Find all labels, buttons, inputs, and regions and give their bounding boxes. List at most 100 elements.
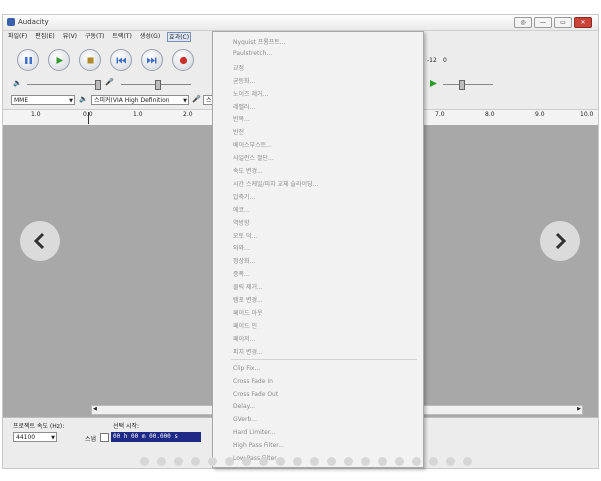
minimize-button[interactable]: — <box>534 17 552 28</box>
playback-volume-track <box>27 84 95 85</box>
ruler-tick-label: 7.0 <box>435 111 445 118</box>
pause-icon <box>24 56 32 64</box>
speaker-icon: 🔈 <box>79 95 88 103</box>
skip-to-end-button[interactable] <box>141 49 163 71</box>
effect-menu-item[interactable]: 클릭 제거... <box>233 282 263 291</box>
effect-menu-item[interactable]: 균등화... <box>233 76 255 85</box>
carousel-next-button[interactable] <box>540 221 580 261</box>
play-speed-slider[interactable] <box>459 80 465 90</box>
carousel-dot[interactable] <box>429 457 438 466</box>
carousel-dot[interactable] <box>157 457 166 466</box>
effect-menu-item[interactable]: Delay... <box>233 403 255 410</box>
carousel-dot[interactable] <box>378 457 387 466</box>
effect-menu-item[interactable]: GVerb... <box>233 416 257 423</box>
carousel-dot[interactable] <box>174 457 183 466</box>
carousel-dot[interactable] <box>276 457 285 466</box>
window-extra-button[interactable]: ◎ <box>514 17 532 28</box>
play-icon <box>56 56 63 64</box>
audio-host-select[interactable]: MME ▼ <box>11 95 75 105</box>
snap-checkbox[interactable] <box>100 433 109 442</box>
effect-menu-item[interactable]: 에코... <box>233 205 250 214</box>
ruler-tick-label: 1.0 <box>31 111 41 118</box>
effect-menu-item[interactable]: Cross Fade In <box>233 378 273 385</box>
effect-menu-item[interactable]: 사일런스 절단... <box>233 153 274 162</box>
play-button[interactable] <box>48 49 70 71</box>
effect-menu-item[interactable]: 반복... <box>233 114 250 123</box>
microphone-icon: 🎤 <box>192 95 201 103</box>
carousel-dot[interactable] <box>208 457 217 466</box>
carousel-dots <box>140 457 472 466</box>
playhead-marker[interactable] <box>88 112 89 124</box>
chevron-down-icon: ▼ <box>69 98 73 104</box>
audacity-app-icon <box>7 18 15 26</box>
menu-separator <box>231 359 417 360</box>
menu-edit[interactable]: 편집(E) <box>34 32 56 42</box>
effect-menu-item[interactable]: 페이드 인 <box>233 321 257 330</box>
close-button[interactable]: ✕ <box>574 17 592 28</box>
carousel-dot[interactable] <box>225 457 234 466</box>
play-at-speed-icon[interactable] <box>429 79 438 88</box>
effect-menu-item[interactable]: 노이즈 제거... <box>233 89 268 98</box>
carousel-dot[interactable] <box>191 457 200 466</box>
selection-start-time[interactable]: 00 h 00 m 00.000 s <box>111 432 201 442</box>
effect-menu-item[interactable]: Cross Fade Out <box>233 391 278 398</box>
carousel-dot[interactable] <box>259 457 268 466</box>
carousel-dot[interactable] <box>446 457 455 466</box>
output-device-select[interactable]: 스피커(VIA High Definition ▼ <box>91 95 189 105</box>
maximize-button[interactable]: ▭ <box>554 17 572 28</box>
ruler-tick-label: 1.0 <box>133 111 143 118</box>
effect-menu-item[interactable]: 역방향 <box>233 218 250 227</box>
carousel-dot[interactable] <box>242 457 251 466</box>
menu-generate[interactable]: 생성(G) <box>139 32 161 42</box>
stop-button[interactable] <box>79 49 101 71</box>
project-rate-select[interactable]: 44100 ▼ <box>13 432 57 442</box>
record-button[interactable] <box>172 49 194 71</box>
carousel-dot[interactable] <box>293 457 302 466</box>
menu-view[interactable]: 뷰(V) <box>62 32 78 42</box>
scroll-left-icon[interactable]: ◀ <box>93 406 97 412</box>
carousel-dot[interactable] <box>395 457 404 466</box>
carousel-prev-button[interactable] <box>20 221 60 261</box>
effect-menu-item[interactable]: 페이드 아웃 <box>233 308 263 317</box>
title-bar: Audacity ◎ — ▭ ✕ <box>3 15 598 31</box>
playback-volume-slider[interactable] <box>95 80 101 90</box>
effect-menu-item[interactable]: High Pass Filter... <box>233 442 284 449</box>
effect-menu-item[interactable]: 정상화... <box>233 256 255 265</box>
output-device-value: 스피커(VIA High Definition <box>94 97 170 104</box>
scroll-right-icon[interactable]: ▶ <box>577 406 581 412</box>
recording-volume-slider[interactable] <box>155 80 161 90</box>
effect-menu-item[interactable]: 와와... <box>233 243 250 252</box>
meter-scale-label: -12 <box>427 57 437 64</box>
effect-menu-item[interactable]: 베이스부스트... <box>233 140 272 149</box>
effect-menu-item[interactable]: 압축기... <box>233 192 255 201</box>
carousel-dot[interactable] <box>361 457 370 466</box>
effect-menu-item[interactable]: Nyquist 프롬프트... <box>233 37 286 46</box>
effect-menu-item[interactable]: 피치 변경... <box>233 347 263 356</box>
skip-to-start-button[interactable] <box>110 49 132 71</box>
microphone-icon: 🎤 <box>105 78 114 86</box>
effect-menu-item[interactable]: 교정 <box>233 63 244 72</box>
carousel-dot[interactable] <box>310 457 319 466</box>
carousel-dot[interactable] <box>327 457 336 466</box>
menu-effect[interactable]: 효과(C) <box>167 32 192 42</box>
effect-menu-item[interactable]: 반전 <box>233 127 244 136</box>
effect-menu-item[interactable]: Clip Fix... <box>233 365 260 372</box>
menu-transport[interactable]: 구동(T) <box>84 32 105 42</box>
effect-menu-item[interactable]: 시간 스케일/피치 교체 슬라이딩... <box>233 179 318 188</box>
menu-tracks[interactable]: 트랙(T) <box>111 32 132 42</box>
window-title: Audacity <box>18 18 49 26</box>
effect-menu-item[interactable]: 속도 변경... <box>233 166 263 175</box>
effect-menu-item[interactable]: Paulstretch... <box>233 50 272 57</box>
carousel-dot[interactable] <box>463 457 472 466</box>
effect-menu-item[interactable]: 증폭... <box>233 269 250 278</box>
effect-menu-item[interactable]: Hard Limiter... <box>233 429 275 436</box>
carousel-dot[interactable] <box>412 457 421 466</box>
effect-menu-item[interactable]: 페이저... <box>233 334 255 343</box>
carousel-dot[interactable] <box>140 457 149 466</box>
pause-button[interactable] <box>17 49 39 71</box>
carousel-dot[interactable] <box>344 457 353 466</box>
menu-file[interactable]: 파일(F) <box>7 32 28 42</box>
effect-menu-item[interactable]: 오토 덕... <box>233 231 257 240</box>
effect-menu-item[interactable]: 템포 변경... <box>233 295 263 304</box>
effect-menu-item[interactable]: 레벨러... <box>233 102 255 111</box>
